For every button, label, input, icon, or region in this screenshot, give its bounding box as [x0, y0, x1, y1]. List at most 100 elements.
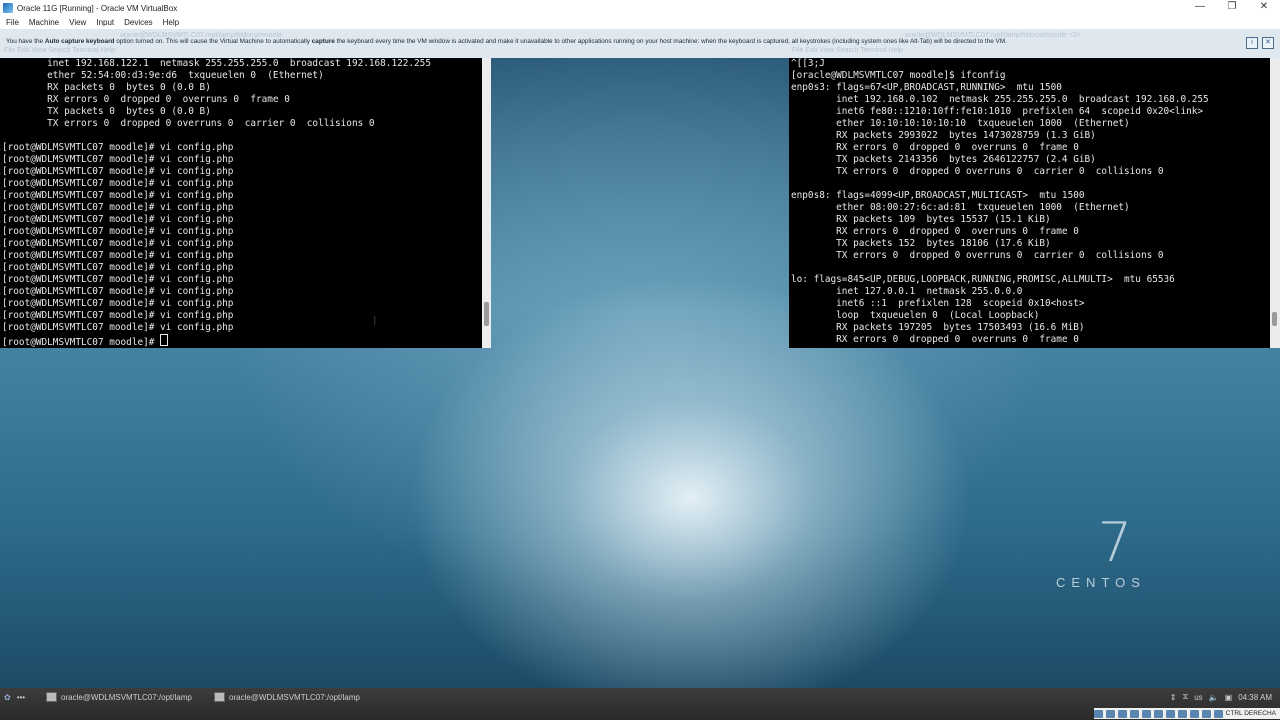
info-toggle-icon[interactable]: i [1246, 37, 1258, 49]
terminal-left-scrollbar[interactable] [482, 58, 491, 348]
host-menubar: File Machine View Input Devices Help [0, 16, 1280, 29]
terminal-left-prompt[interactable]: [root@WDLMSVMTLC07 moodle]# [0, 334, 482, 348]
terminal-line: [oracle@WDLMSVMTLC07 moodle]$ ifconfig [791, 70, 1006, 81]
terminal-line: ^[[3;J [791, 58, 825, 69]
display-status-icon[interactable] [1165, 709, 1175, 718]
terminal-line: [root@WDLMSVMTLC07 moodle]# vi config.ph… [2, 262, 234, 273]
terminal-line: [root@WDLMSVMTLC07 moodle]# vi config.ph… [2, 310, 234, 321]
menu-devices[interactable]: Devices [124, 18, 152, 27]
vbox-status-bar: CTRL DERECHA [1093, 708, 1280, 719]
terminal-line: [root@WDLMSVMTLC07 moodle]# vi config.ph… [2, 238, 234, 249]
text-cursor [160, 334, 169, 346]
accessibility-icon[interactable]: ⇕ [1170, 693, 1177, 702]
terminal-line: TX packets 0 bytes 0 (0.0 B) [2, 106, 211, 117]
terminal-left-output: inet 192.168.122.1 netmask 255.255.255.0… [0, 58, 482, 334]
terminal-line: RX errors 0 dropped 0 overruns 0 frame 0 [791, 226, 1079, 237]
menu-view[interactable]: View [69, 18, 86, 27]
maximize-button[interactable]: ❐ [1216, 0, 1248, 16]
menu-file[interactable]: File [6, 18, 19, 27]
terminal-line: [root@WDLMSVMTLC07 moodle]# vi config.ph… [2, 202, 234, 213]
ghost-terminal-menu-left: File Edit View Search Terminal Help [4, 47, 116, 54]
network-icon[interactable]: ⧖ [1183, 692, 1189, 702]
menu-input[interactable]: Input [96, 18, 114, 27]
host-key-label: CTRL DERECHA [1225, 710, 1276, 717]
volume-icon[interactable]: 🔈 [1209, 693, 1219, 702]
terminal-line: [root@WDLMSVMTLC07 moodle]# vi config.ph… [2, 214, 234, 225]
terminal-line: TX errors 0 dropped 0 overruns 0 carrier… [791, 166, 1164, 177]
infobar-message: You have the Auto capture keyboard optio… [6, 38, 1007, 45]
terminal-line: RX errors 0 dropped 0 overruns 0 frame 0 [2, 94, 290, 105]
clock[interactable]: 04:38 AM [1238, 693, 1272, 702]
terminal-right-output: ^[[3;J [oracle@WDLMSVMTLC07 moodle]$ ifco… [789, 58, 1270, 346]
terminal-line: ether 52:54:00:d3:9e:d6 txqueuelen 0 (Et… [2, 70, 324, 81]
terminal-line: enp0s3: flags=67<UP,BROADCAST,RUNNING> m… [791, 82, 1062, 93]
optical-drive-icon[interactable] [1105, 709, 1115, 718]
terminal-line: RX packets 2993022 bytes 1473028759 (1.3… [791, 130, 1096, 141]
terminal-line: inet6 ::1 prefixlen 128 scopeid 0x10<hos… [791, 298, 1085, 309]
recording-icon[interactable] [1177, 709, 1187, 718]
terminal-line: RX packets 197205 bytes 17503493 (16.6 M… [791, 322, 1085, 333]
audio-status-icon[interactable] [1117, 709, 1127, 718]
window-title: Oracle 11G [Running] - Oracle VM Virtual… [17, 3, 178, 13]
terminal-line: RX packets 109 bytes 15537 (15.1 KiB) [791, 214, 1051, 225]
terminal-line: TX packets 2143356 bytes 2646122757 (2.4… [791, 154, 1096, 165]
terminal-line: [root@WDLMSVMTLC07 moodle]# vi config.ph… [2, 166, 234, 177]
hdd-status-icon[interactable] [1093, 709, 1103, 718]
terminal-line: [root@WDLMSVMTLC07 moodle]# vi config.ph… [2, 226, 234, 237]
terminal-line: TX packets 152 bytes 18106 (17.6 KiB) [791, 238, 1051, 249]
terminal-icon [46, 692, 57, 702]
terminal-line: RX packets 0 bytes 0 (0.0 B) [2, 82, 211, 93]
info-close-icon[interactable]: ✕ [1262, 37, 1274, 49]
terminal-line: inet6 fe80::1210:10ff:fe10:1010 prefixle… [791, 106, 1204, 117]
terminal-left[interactable]: inet 192.168.122.1 netmask 255.255.255.0… [0, 58, 482, 348]
host-titlebar: Oracle 11G [Running] - Oracle VM Virtual… [0, 0, 1280, 16]
terminal-line: TX errors 0 dropped 0 overruns 0 carrier… [2, 118, 375, 129]
terminal-line: inet 127.0.0.1 netmask 255.0.0.0 [791, 286, 1023, 297]
terminal-line: RX errors 0 dropped 0 overruns 0 frame 0 [791, 142, 1079, 153]
network-status-icon[interactable] [1129, 709, 1139, 718]
terminal-left-scroll-thumb[interactable] [484, 302, 489, 326]
terminal-line: loop txqueuelen 0 (Local Loopback) [791, 310, 1040, 321]
terminal-right-scroll-thumb[interactable] [1272, 312, 1277, 326]
cpu-status-icon[interactable] [1189, 709, 1199, 718]
terminal-icon [214, 692, 225, 702]
terminal-line: RX errors 0 dropped 0 overruns 0 frame 0 [791, 334, 1079, 345]
close-button[interactable]: ✕ [1248, 0, 1280, 16]
terminal-line: ether 08:00:27:6c:ad:81 txqueuelen 1000 … [791, 202, 1130, 213]
system-tray: ⇕ ⧖ us 🔈 ▣ 04:38 AM [1170, 690, 1280, 704]
terminal-right-scrollbar[interactable] [1270, 58, 1280, 348]
shared-folder-icon[interactable] [1153, 709, 1163, 718]
ghost-terminal-menu-right: File Edit View Search Terminal Help [792, 47, 904, 54]
terminal-line: [root@WDLMSVMTLC07 moodle]# vi config.ph… [2, 154, 234, 165]
terminal-line: inet 192.168.122.1 netmask 255.255.255.0… [2, 58, 431, 69]
terminal-right[interactable]: ^[[3;J [oracle@WDLMSVMTLC07 moodle]$ ifco… [789, 58, 1270, 348]
activities-icon[interactable]: ✿ ••• [4, 690, 25, 704]
terminal-line: lo: flags=845<UP,DEBUG,LOOPBACK,RUNNING,… [791, 274, 1175, 285]
usb-status-icon[interactable] [1141, 709, 1151, 718]
keyboard-capture-icon[interactable] [1213, 709, 1223, 718]
terminal-line: [root@WDLMSVMTLC07 moodle]# vi config.ph… [2, 178, 234, 189]
centos-logo: 7 CENTOS [1056, 511, 1146, 591]
menu-help[interactable]: Help [163, 18, 179, 27]
terminal-line: [root@WDLMSVMTLC07 moodle]# vi config.ph… [2, 322, 234, 333]
terminal-line: [root@WDLMSVMTLC07 moodle]# vi config.ph… [2, 250, 234, 261]
terminal-line: [root@WDLMSVMTLC07 moodle]# vi config.ph… [2, 286, 234, 297]
menu-machine[interactable]: Machine [29, 18, 59, 27]
terminal-line: [root@WDLMSVMTLC07 moodle]# vi config.ph… [2, 190, 234, 201]
taskbar-item-terminal-2[interactable]: oracle@WDLMSVMTLC07:/opt/lamp [214, 690, 360, 704]
centos-logo-number: 7 [1097, 511, 1133, 574]
update-icon[interactable]: ▣ [1225, 693, 1233, 702]
terminal-line: TX errors 0 dropped 0 overruns 0 carrier… [791, 250, 1164, 261]
terminal-line: [root@WDLMSVMTLC07 moodle]# vi config.ph… [2, 142, 234, 153]
terminal-line: [root@WDLMSVMTLC07 moodle]# vi config.ph… [2, 298, 234, 309]
guest-taskbar: ✿ ••• oracle@WDLMSVMTLC07:/opt/lamp oracl… [0, 688, 1280, 720]
virtualbox-icon [3, 3, 13, 13]
keyboard-layout[interactable]: us [1194, 693, 1202, 702]
ibeam-cursor-icon: I [373, 314, 377, 328]
minimize-button[interactable]: — [1184, 0, 1216, 16]
mouse-integration-icon[interactable] [1201, 709, 1211, 718]
taskbar-item-terminal-1[interactable]: oracle@WDLMSVMTLC07:/opt/lamp [46, 690, 192, 704]
